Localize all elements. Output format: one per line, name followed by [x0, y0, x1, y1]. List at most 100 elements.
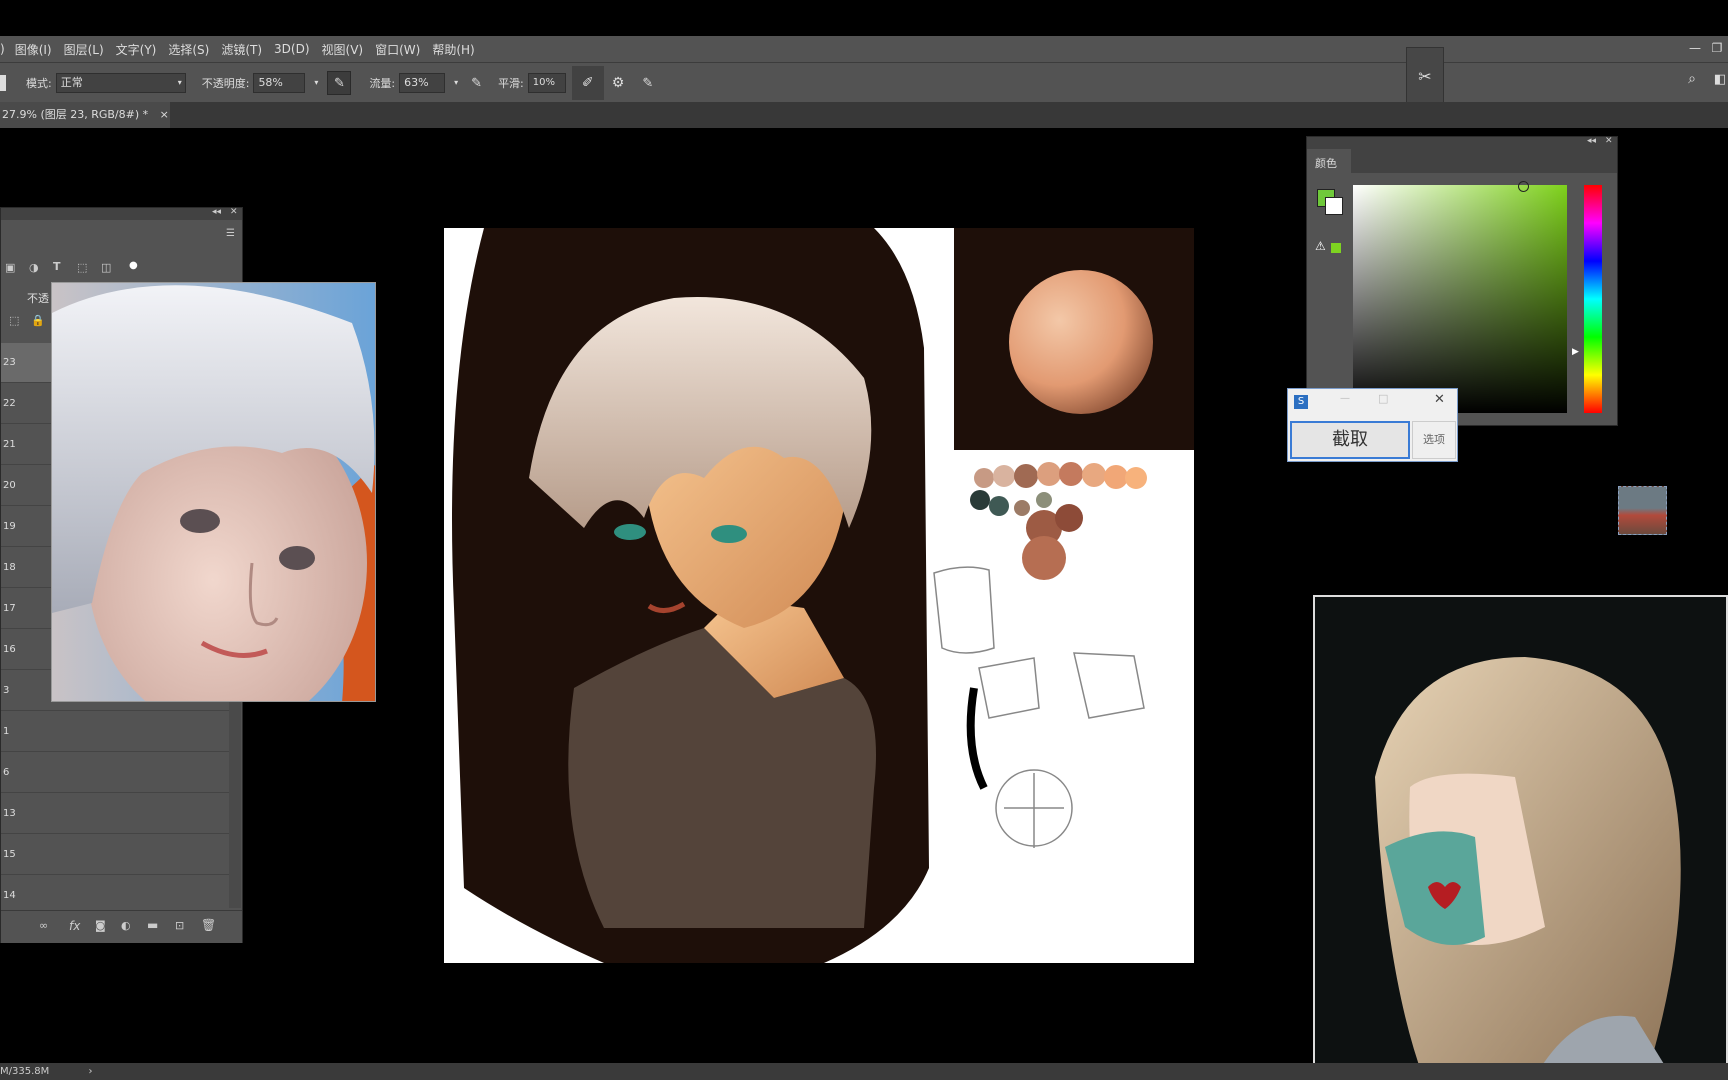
menu-item-help[interactable]: 帮助(H) — [426, 41, 480, 58]
maximize-button[interactable]: □ — [1378, 392, 1388, 405]
reference-image-left[interactable] — [51, 282, 376, 702]
folder-icon[interactable]: ▬ — [147, 918, 158, 932]
opacity-label: 不透 — [27, 292, 49, 305]
floating-color-sample[interactable] — [1618, 486, 1667, 535]
pressure-opacity-icon[interactable]: ✎ — [327, 71, 352, 95]
opacity-label: 不透明度: — [201, 77, 250, 90]
filter-pixel-icon[interactable]: ▣ — [5, 261, 15, 274]
layer-name: 19 — [3, 521, 16, 532]
link-icon[interactable]: ∞ — [39, 919, 48, 932]
scissors-icon[interactable]: ✂ — [1414, 65, 1436, 87]
menu-item-partial[interactable]: ) — [0, 42, 9, 56]
gamut-swatch[interactable] — [1331, 243, 1341, 253]
opacity-input[interactable]: 58% ▾ — [253, 73, 318, 93]
layer-row[interactable]: 1 — [1, 712, 229, 752]
lock-icon[interactable]: 🔒 — [31, 314, 45, 327]
flow-value: 63% — [404, 76, 429, 89]
options-button-label: 选项 — [1423, 433, 1445, 446]
pressure-size-icon[interactable]: ✎ — [642, 76, 653, 91]
close-icon[interactable]: × — [160, 108, 169, 121]
chevron-right-icon[interactable]: › — [88, 1066, 92, 1077]
gear-icon[interactable]: ⚙ — [612, 75, 625, 91]
status-bar: M/335.8M › — [0, 1063, 1728, 1080]
color-panel-title: 颜色 — [1315, 157, 1337, 170]
layer-row[interactable]: 15 — [1, 835, 229, 875]
background-swatch[interactable] — [1325, 197, 1343, 215]
flow-label: 流量: — [369, 77, 396, 90]
collapse-icon[interactable]: ◂◂ — [212, 207, 221, 217]
layer-name: 15 — [3, 849, 16, 860]
layer-name: 20 — [3, 480, 16, 491]
minimize-icon[interactable]: — — [1688, 40, 1702, 56]
sketch-strokes — [933, 566, 1145, 848]
panel-header — [1, 208, 242, 220]
document-canvas[interactable] — [444, 228, 1194, 963]
color-field-cursor[interactable] — [1518, 181, 1529, 192]
layer-name: 14 — [3, 890, 16, 901]
document-tab-title: 27.9% (图层 23, RGB/8#) * — [2, 108, 149, 121]
trash-icon[interactable]: 🗑 — [201, 918, 216, 932]
menu-item-type[interactable]: 文字(Y) — [110, 41, 163, 58]
new-layer-icon[interactable]: ⊡ — [175, 919, 184, 932]
filter-row: ▣ ◑ T ⬚ ◫ ● — [1, 258, 229, 280]
workspace-icon[interactable]: ◧ — [1712, 71, 1728, 87]
search-icon[interactable]: ⌕ — [1684, 71, 1700, 87]
layer-name: 6 — [3, 767, 10, 778]
gamut-warning-icon[interactable]: ⚠ — [1315, 239, 1326, 253]
crop-button[interactable]: 截取 — [1290, 421, 1410, 459]
brush-panel-icon[interactable]: ✐ — [571, 66, 604, 100]
minimize-button[interactable]: — — [1340, 393, 1350, 404]
layer-row[interactable]: 6 — [1, 753, 229, 793]
layer-name: 22 — [3, 398, 16, 409]
layer-row[interactable]: 13 — [1, 794, 229, 834]
layer-name: 1 — [3, 726, 10, 737]
fx-icon[interactable]: fx — [69, 919, 80, 933]
close-button[interactable]: ✕ — [1434, 392, 1445, 407]
options-bar: 模式: 正常 ▾ 不透明度: 58% ▾ ✎ 流量: 63% ▾ ✎ 平滑: 10% … — [0, 47, 1728, 103]
layer-name: 17 — [3, 603, 16, 614]
document-tab[interactable]: 27.9% (图层 23, RGB/8#) * × — [0, 102, 170, 128]
menu-item-filter[interactable]: 滤镜(T) — [215, 41, 268, 58]
close-icon[interactable]: ✕ — [1605, 136, 1613, 146]
color-swatches — [970, 462, 1147, 580]
menu-item-layer[interactable]: 图层(L) — [58, 41, 110, 58]
flow-input[interactable]: 63% ▾ — [399, 73, 458, 93]
restore-icon[interactable]: ❐ — [1710, 40, 1724, 56]
brush-preset-icon[interactable] — [0, 75, 6, 91]
portrait-silver-hair — [52, 283, 375, 701]
lock-transparent-icon[interactable]: ⬚ — [9, 314, 19, 327]
filter-type-icon[interactable]: T — [53, 260, 61, 273]
document-size: M/335.8M — [0, 1066, 50, 1077]
canvas-artwork — [452, 228, 1194, 963]
adjustment-icon[interactable]: ◐ — [121, 919, 131, 932]
options-button[interactable]: 选项 — [1412, 421, 1456, 459]
mode-select[interactable]: 正常 ▾ — [55, 73, 186, 93]
menu-item-window[interactable]: 窗口(W) — [369, 41, 426, 58]
filter-toggle-icon[interactable]: ● — [129, 260, 138, 271]
crop-button-label: 截取 — [1332, 429, 1368, 450]
hue-slider-handle[interactable]: ▶ — [1572, 347, 1579, 357]
collapse-icon[interactable]: ◂◂ — [1587, 136, 1596, 146]
color-field[interactable] — [1353, 185, 1567, 413]
filter-adjust-icon[interactable]: ◑ — [29, 261, 39, 274]
layer-name: 21 — [3, 439, 16, 450]
menu-item-view[interactable]: 视图(V) — [316, 41, 370, 58]
layer-name: 18 — [3, 562, 16, 573]
hue-slider[interactable] — [1584, 185, 1602, 413]
mode-label: 模式: — [26, 77, 52, 90]
filter-smart-icon[interactable]: ◫ — [101, 261, 111, 274]
close-icon[interactable]: ✕ — [230, 207, 238, 217]
smoothing-input[interactable]: 10% — [527, 73, 566, 93]
panel-menu-icon[interactable]: ☰ — [226, 228, 235, 239]
opacity-value: 58% — [258, 76, 283, 89]
airbrush-icon[interactable]: ✎ — [471, 76, 482, 91]
layers-footer: ∞ fx ◙ ◐ ▬ ⊡ 🗑 — [1, 910, 242, 943]
menu-item-image[interactable]: 图像(I) — [9, 41, 58, 58]
title-bar — [0, 0, 1728, 36]
reference-image-right[interactable] — [1313, 595, 1728, 1080]
menu-item-select[interactable]: 选择(S) — [162, 41, 215, 58]
document-tab-bar — [0, 102, 1728, 128]
filter-shape-icon[interactable]: ⬚ — [77, 261, 87, 274]
mask-icon[interactable]: ◙ — [95, 919, 106, 932]
menu-item-3d[interactable]: 3D(D) — [268, 42, 315, 56]
